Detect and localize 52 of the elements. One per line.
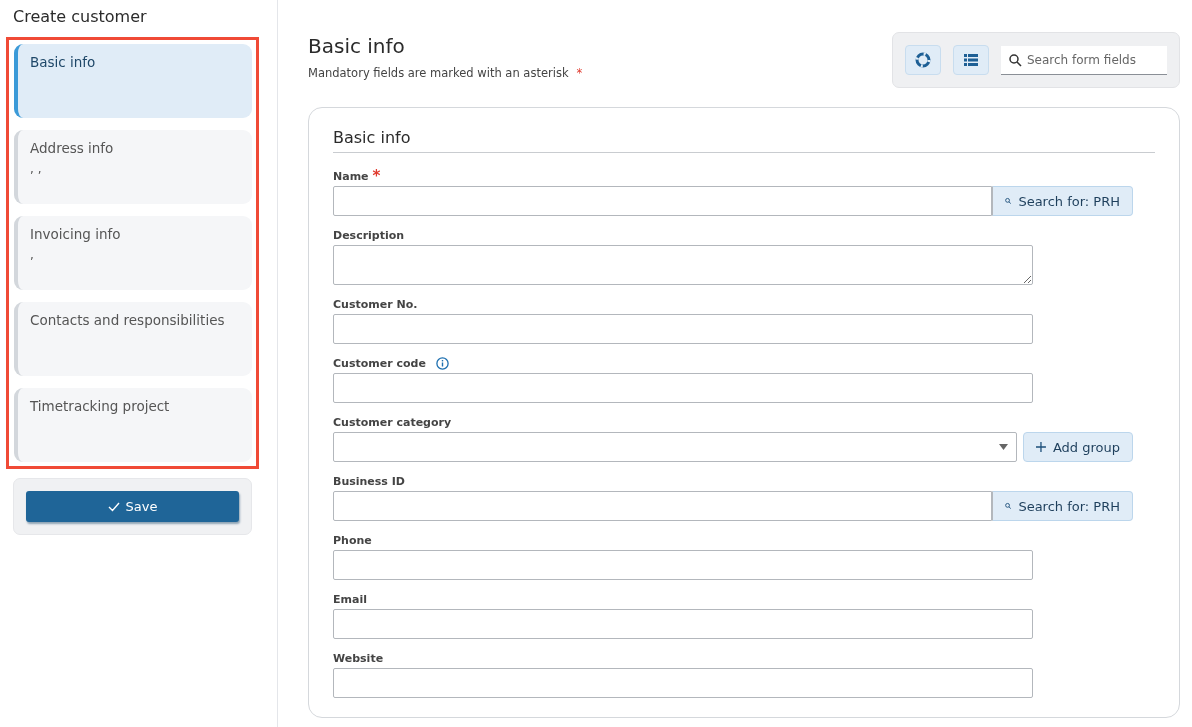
field-label: Website: [333, 651, 384, 665]
field-label: Description: [333, 228, 405, 242]
list-icon: [964, 54, 978, 66]
input-field[interactable]: [333, 491, 992, 521]
step-label: Timetracking project: [30, 398, 171, 414]
input-field[interactable]: [333, 314, 1033, 344]
search-icon: [1009, 53, 1022, 67]
save-button[interactable]: Save: [26, 491, 239, 522]
search-icon: [1005, 196, 1012, 206]
field-label: Phone: [333, 533, 372, 547]
section-title: Basic info: [333, 128, 1155, 153]
step-label: Contacts and responsibilities: [30, 312, 226, 328]
asterisk-icon: *: [576, 66, 583, 80]
required-icon: *: [372, 167, 381, 185]
input-field[interactable]: [333, 550, 1033, 580]
search-button[interactable]: Search for: PRH: [992, 186, 1133, 216]
step-card[interactable]: Contacts and responsibilities: [14, 302, 252, 376]
step-detail: ,: [30, 248, 35, 262]
input-field[interactable]: [333, 186, 992, 216]
search-button[interactable]: Search for: PRH: [992, 491, 1133, 521]
mandatory-note: Mandatory fields are marked with an asterisk: [308, 66, 569, 80]
check-icon: [107, 501, 120, 512]
page-heading: Basic info: [308, 34, 406, 58]
input-field[interactable]: [333, 668, 1033, 698]
field-label: Customer category: [333, 415, 452, 429]
caret-icon: [999, 444, 1008, 450]
step-label: Invoicing info: [30, 226, 122, 242]
step-card[interactable]: Address info , ,: [14, 130, 252, 204]
field-label: Email: [333, 592, 367, 606]
step-card[interactable]: Basic info: [14, 44, 252, 118]
input-field[interactable]: [333, 609, 1033, 639]
add-group-button[interactable]: Add group: [1023, 432, 1133, 462]
plus-icon: [1036, 442, 1046, 452]
search-field[interactable]: Search form fields: [1001, 45, 1167, 75]
step-card[interactable]: Timetracking project: [14, 388, 252, 462]
field-label: Name: [333, 169, 369, 183]
lifebuoy-icon: [915, 52, 931, 68]
dropdown-field[interactable]: [333, 432, 1017, 462]
step-label: Basic info: [30, 54, 97, 70]
help-button[interactable]: [905, 45, 941, 75]
list-button[interactable]: [953, 45, 989, 75]
field-label: Customer code: [333, 356, 426, 370]
step-card[interactable]: Invoicing info ,: [14, 216, 252, 290]
info-icon[interactable]: [435, 356, 449, 370]
search-icon: [1005, 501, 1012, 511]
page-title: Create customer: [12, 6, 148, 28]
step-label: Address info: [30, 140, 115, 156]
field-label: Customer No.: [333, 297, 418, 311]
step-detail: , ,: [30, 162, 43, 176]
field-label: Business ID: [333, 474, 405, 488]
input-field[interactable]: [333, 373, 1033, 403]
text-area[interactable]: [333, 245, 1033, 285]
